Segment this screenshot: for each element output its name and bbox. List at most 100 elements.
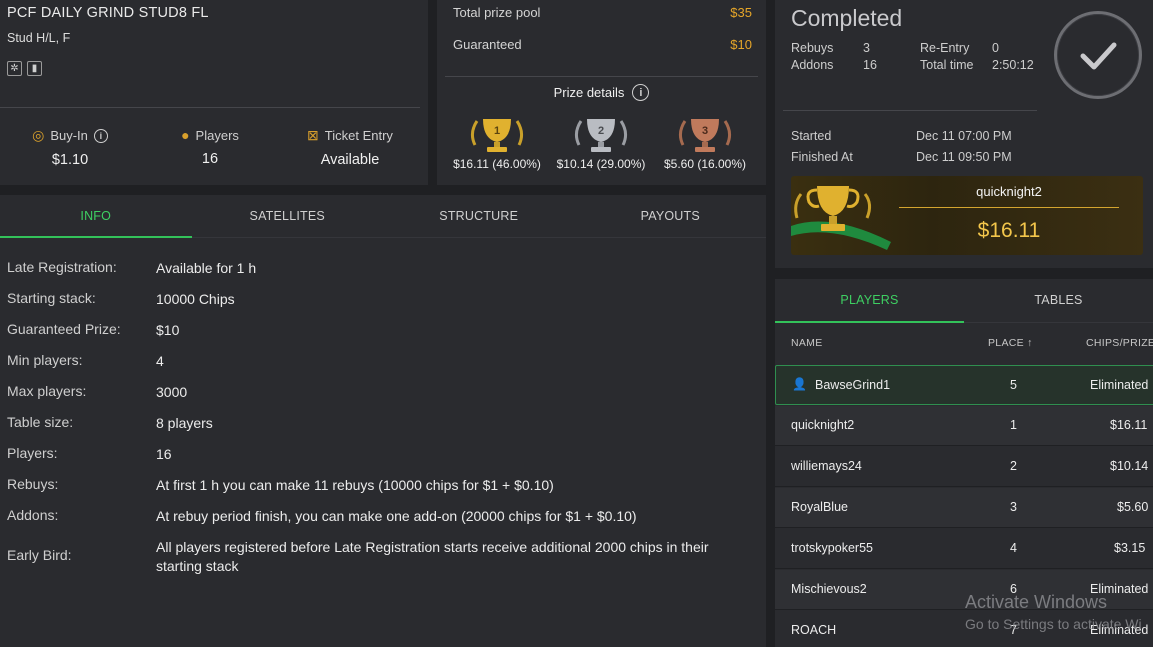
player-place: 1 bbox=[1010, 418, 1017, 432]
tab-info[interactable]: INFO bbox=[0, 195, 192, 238]
info-row: Min players: 4 bbox=[7, 352, 756, 371]
info-row: Rebuys: At first 1 h you can make 11 rebu… bbox=[7, 476, 756, 495]
reentry-label: Re-Entry bbox=[920, 41, 970, 55]
chip-icon: ◎ bbox=[32, 127, 45, 143]
started-label: Started bbox=[791, 129, 832, 143]
info-value: Available for 1 h bbox=[156, 260, 257, 276]
person-icon: ● bbox=[181, 127, 190, 143]
buyin-stat: ◎ Buy-In i $1.10 bbox=[0, 127, 140, 168]
info-value: At rebuy period finish, you can make one… bbox=[156, 508, 637, 524]
trophy-silver-icon: 2 bbox=[574, 119, 628, 152]
player-prize: $5.60 bbox=[1117, 500, 1149, 514]
card-icon: ▮ bbox=[27, 61, 42, 76]
svg-text:1: 1 bbox=[494, 125, 500, 137]
divider bbox=[445, 76, 758, 77]
guaranteed-row: Guaranteed $10 bbox=[453, 37, 752, 52]
col-name[interactable]: NAME bbox=[791, 337, 823, 349]
prize-cup-1: 1 $16.11 (46.00%) bbox=[445, 115, 549, 171]
col-place[interactable]: PLACE ↑ bbox=[988, 337, 1033, 349]
player-place: 5 bbox=[1010, 378, 1017, 392]
winner-amount: $16.11 bbox=[977, 219, 1041, 242]
player-name: quicknight2 bbox=[791, 418, 855, 432]
buyin-value: $1.10 bbox=[51, 152, 89, 168]
info-key: Addons: bbox=[7, 507, 59, 523]
player-name: Mischievous2 bbox=[791, 582, 867, 596]
guaranteed-value: $10 bbox=[730, 37, 752, 52]
info-icon[interactable]: i bbox=[632, 84, 650, 101]
info-row: Early Bird: All players registered before… bbox=[7, 538, 756, 576]
player-row[interactable]: quicknight2 1 $16.11 bbox=[775, 406, 1153, 446]
details-tabs: INFO SATELLITES STRUCTURE PAYOUTS bbox=[0, 195, 766, 238]
prize-amount-3: $5.60 (16.00%) bbox=[663, 157, 747, 171]
tab-payouts[interactable]: PAYOUTS bbox=[575, 195, 767, 237]
user-icon: 👤 bbox=[792, 377, 807, 391]
ticket-label: Ticket Entry bbox=[324, 128, 393, 143]
ticket-icon: ⊠ bbox=[307, 127, 319, 143]
prize-amount-2: $10.14 (29.00%) bbox=[556, 157, 646, 171]
player-prize: $3.15 bbox=[1114, 541, 1146, 555]
svg-text:3: 3 bbox=[702, 125, 708, 137]
info-row: Starting stack: 10000 Chips bbox=[7, 290, 756, 309]
info-value: 3000 bbox=[156, 384, 188, 400]
winner-name: quicknight2 bbox=[976, 184, 1042, 199]
info-value: $10 bbox=[156, 322, 180, 338]
player-prize: Eliminated bbox=[1090, 378, 1149, 392]
players-value: 16 bbox=[201, 151, 219, 167]
info-row: Late Registration: Available for 1 h bbox=[7, 259, 756, 278]
status-title: Completed bbox=[791, 5, 903, 31]
info-row: Players: 16 bbox=[7, 445, 756, 464]
player-name: BawseGrind1 bbox=[815, 378, 891, 392]
winner-trophy-icon bbox=[791, 186, 891, 250]
info-value: 10000 Chips bbox=[156, 291, 235, 307]
info-row: Guaranteed Prize: $10 bbox=[7, 321, 756, 340]
info-key: Players: bbox=[7, 445, 58, 461]
info-value: 16 bbox=[156, 446, 172, 462]
prize-panel: Total prize pool $35 Guaranteed $10 Priz… bbox=[437, 0, 766, 185]
addons-label: Addons bbox=[791, 58, 834, 72]
trophy-bronze-icon: 3 bbox=[678, 119, 732, 152]
player-name: RoyalBlue bbox=[791, 500, 848, 514]
prize-cup-2: 2 $10.14 (29.00%) bbox=[549, 115, 653, 171]
watermark-subtitle: Go to Settings to activate Wi bbox=[965, 616, 1142, 632]
buyin-label: Buy-In bbox=[50, 128, 88, 143]
info-row: Max players: 3000 bbox=[7, 383, 756, 402]
tab-structure[interactable]: STRUCTURE bbox=[383, 195, 575, 237]
tournament-icons: ✲ ▮ bbox=[7, 61, 42, 76]
ticket-value: Available bbox=[320, 152, 380, 168]
tab-players[interactable]: PLAYERS bbox=[775, 279, 964, 323]
player-place: 3 bbox=[1010, 500, 1017, 514]
chip-icon: ✲ bbox=[7, 61, 22, 76]
finished-value: Dec 11 09:50 PM bbox=[916, 150, 1012, 164]
player-row-me[interactable]: 👤 BawseGrind1 5 Eliminated bbox=[775, 365, 1153, 405]
finished-label: Finished At bbox=[791, 150, 853, 164]
divider bbox=[0, 107, 420, 108]
player-prize: $16.11 bbox=[1110, 418, 1148, 432]
totaltime-value: 2:50:12 bbox=[992, 58, 1034, 72]
player-name: williemays24 bbox=[791, 459, 862, 473]
tournament-info-panel: PCF DAILY GRIND STUD8 FL Stud H/L, F ✲ ▮… bbox=[0, 0, 428, 185]
ticket-stat: ⊠ Ticket Entry Available bbox=[280, 127, 420, 168]
tab-satellites[interactable]: SATELLITES bbox=[192, 195, 384, 237]
trophy-gold-icon: 1 bbox=[470, 119, 524, 152]
info-value: At first 1 h you can make 11 rebuys (100… bbox=[156, 477, 554, 493]
player-row[interactable]: RoyalBlue 3 $5.60 bbox=[775, 488, 1153, 528]
info-icon[interactable]: i bbox=[93, 128, 108, 143]
col-chips-prize[interactable]: CHIPS/PRIZE bbox=[1086, 337, 1153, 349]
divider bbox=[783, 110, 1037, 111]
player-name: trotskypoker55 bbox=[791, 541, 873, 555]
info-key: Rebuys: bbox=[7, 476, 59, 492]
winner-divider bbox=[899, 207, 1119, 208]
tab-tables[interactable]: TABLES bbox=[964, 279, 1153, 322]
info-key: Max players: bbox=[7, 383, 87, 399]
reentry-value: 0 bbox=[992, 41, 999, 55]
player-place: 2 bbox=[1010, 459, 1017, 473]
info-key: Table size: bbox=[7, 414, 74, 430]
players-tabs: PLAYERS TABLES bbox=[775, 279, 1153, 323]
prize-pool-label: Total prize pool bbox=[453, 5, 541, 20]
prize-pool-value: $35 bbox=[730, 5, 752, 20]
player-row[interactable]: williemays24 2 $10.14 bbox=[775, 447, 1153, 487]
player-prize: $10.14 bbox=[1110, 459, 1149, 473]
player-row[interactable]: trotskypoker55 4 $3.15 bbox=[775, 529, 1153, 569]
addons-value: 16 bbox=[863, 58, 877, 72]
watermark-title: Activate Windows bbox=[965, 592, 1108, 612]
